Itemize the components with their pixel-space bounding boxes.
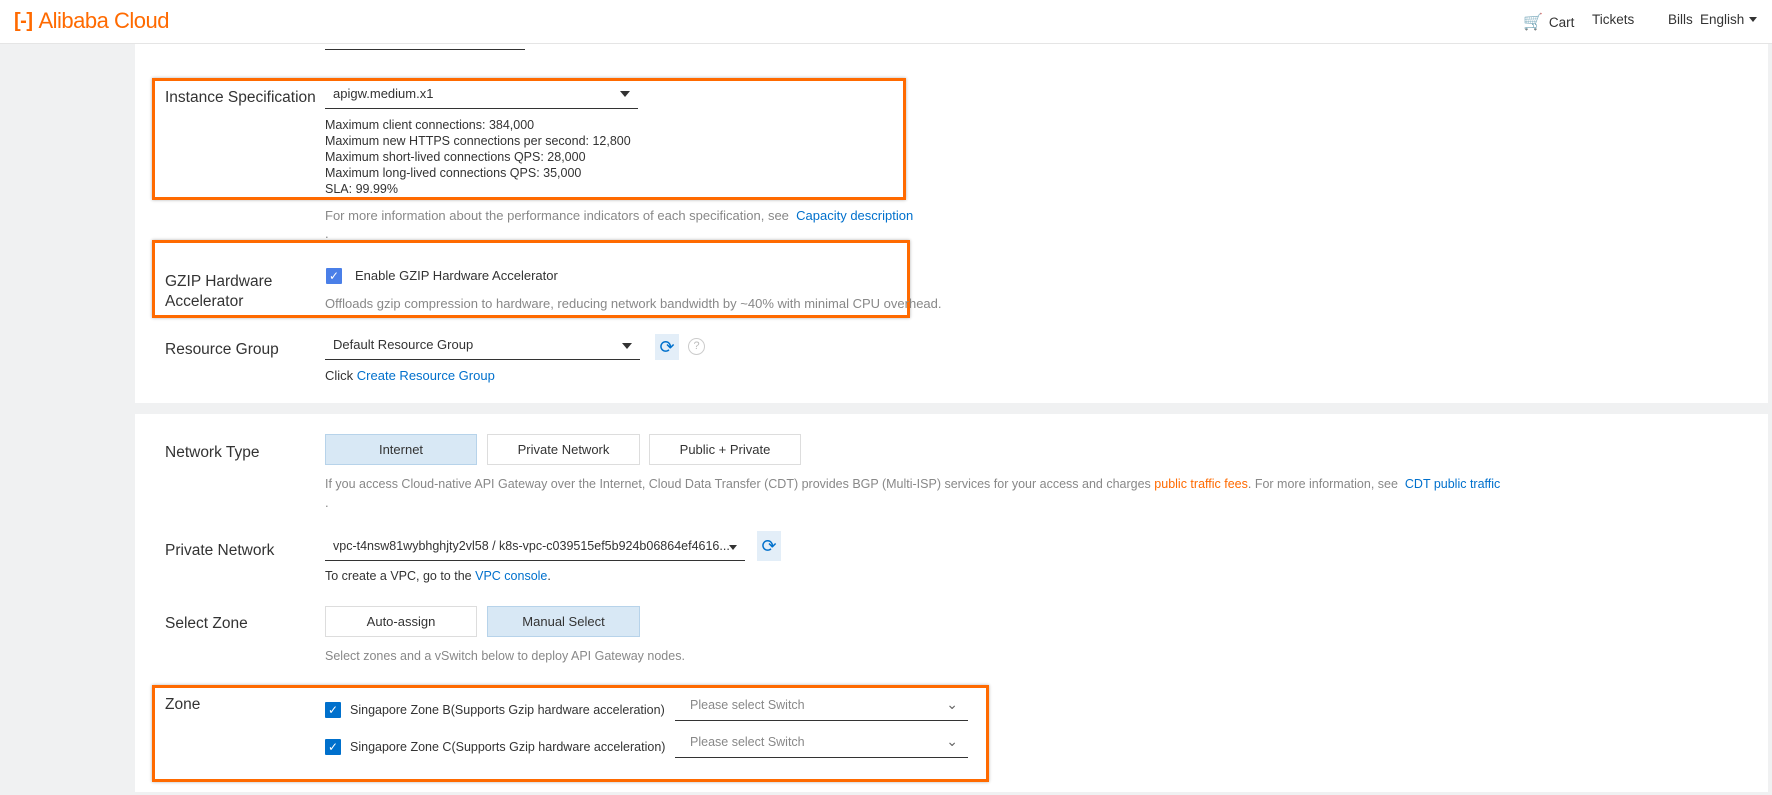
spec-detail: SLA: 99.99% [325,182,398,196]
cart-link[interactable]: 🛒 Cart [1523,12,1574,32]
zone-b-checkbox[interactable]: ✓ [325,702,341,718]
vpc-console-link[interactable]: VPC console [475,569,547,583]
hint-text: Click [325,368,354,383]
zone-c-checkbox[interactable]: ✓ [325,739,341,755]
gzip-description: Offloads gzip compression to hardware, r… [325,296,942,311]
language-dropdown[interactable]: English [1700,12,1758,27]
gzip-label: GZIP Hardware Accelerator [165,272,272,312]
spec-detail: Maximum short-lived connections QPS: 28,… [325,150,586,164]
resource-group-label: Resource Group [165,341,279,358]
create-resource-group-link[interactable]: Create Resource Group [357,368,495,383]
network-type-public-private[interactable]: Public + Private [649,434,801,465]
resource-group-hint: Click Create Resource Group [325,368,495,383]
gzip-checkbox[interactable]: ✓ [326,268,342,284]
private-network-label: Private Network [165,542,275,559]
check-icon: ✓ [328,269,340,283]
zone-b-switch-select[interactable]: Please select Switch ⌄ [675,694,968,721]
network-type-label: Network Type [165,444,260,461]
zone-manual-select[interactable]: Manual Select [487,606,640,637]
switch-placeholder: Please select Switch [690,735,805,749]
vpc-hint: To create a VPC, go to the VPC console. [325,569,551,583]
vpc-value: vpc-t4nsw81wybhghjty2vl58 / k8s-vpc-c039… [333,539,730,553]
chevron-down-icon: ⌄ [946,696,958,712]
caret-down-icon [620,91,630,97]
caret-down-icon [622,343,632,349]
spec-detail: Maximum long-lived connections QPS: 35,0… [325,166,582,180]
bills-link[interactable]: Bills [1668,12,1693,27]
select-zone-description: Select zones and a vSwitch below to depl… [325,649,685,663]
cart-label: Cart [1548,14,1575,30]
hint-text: . [547,569,551,583]
info-text: If you access Cloud-native API Gateway o… [325,477,1151,491]
logo-icon: [-] [14,9,33,32]
tickets-link[interactable]: Tickets [1592,12,1634,27]
gzip-checkbox-label[interactable]: Enable GZIP Hardware Accelerator [355,268,558,283]
cdt-public-traffic-link[interactable]: CDT public traffic [1405,477,1500,491]
zone-b-label[interactable]: Singapore Zone B(Supports Gzip hardware … [350,703,665,717]
spec-info-text: For more information about the performan… [325,208,789,223]
zone-c-label[interactable]: Singapore Zone C(Supports Gzip hardware … [350,740,665,754]
logo-text: Alibaba Cloud [38,8,169,33]
instance-spec-label: Instance Specification [165,89,316,106]
chevron-down-icon: ⌄ [946,733,958,749]
resource-group-value: Default Resource Group [333,337,474,352]
spec-detail: Maximum client connections: 384,000 [325,118,535,132]
gzip-label-line: Accelerator [165,293,244,310]
resource-group-select[interactable]: Default Resource Group [325,334,640,360]
refresh-vpc-button[interactable]: ⟳ [757,531,781,561]
refresh-icon: ⟳ [659,336,675,357]
alibaba-cloud-logo[interactable]: [-] Alibaba Cloud [14,8,169,34]
caret-down-icon [1749,17,1758,22]
help-icon[interactable]: ? [688,338,705,355]
cart-icon: 🛒 [1523,14,1543,31]
language-label: English [1700,12,1745,27]
check-icon: ✓ [327,740,339,754]
network-type-info: If you access Cloud-native API Gateway o… [325,477,1500,491]
instance-spec-value: apigw.medium.x1 [333,86,434,101]
instance-name-input[interactable] [325,49,525,50]
zone-auto-assign[interactable]: Auto-assign [325,606,477,637]
spec-details: Maximum client connections: 384,000 Maxi… [325,117,631,197]
zone-c-switch-select[interactable]: Please select Switch ⌄ [675,731,968,758]
caret-down-icon [729,545,737,550]
refresh-resource-group-button[interactable]: ⟳ [655,334,679,360]
spec-info-dot: . [325,226,329,241]
spec-info: For more information about the performan… [325,208,913,223]
vpc-select[interactable]: vpc-t4nsw81wybhghjty2vl58 / k8s-vpc-c039… [325,535,745,561]
switch-placeholder: Please select Switch [690,698,805,712]
refresh-icon: ⟳ [761,535,777,556]
check-icon: ✓ [327,703,339,717]
zone-label: Zone [165,696,201,713]
capacity-description-link[interactable]: Capacity description [796,208,913,223]
info-dot: . [325,495,329,510]
select-zone-label: Select Zone [165,615,248,632]
top-header: [-] Alibaba Cloud 🛒 Cart Tickets Bills Eng… [0,0,1772,44]
instance-spec-select[interactable]: apigw.medium.x1 [325,84,638,109]
spec-detail: Maximum new HTTPS connections per second… [325,134,631,148]
network-type-private[interactable]: Private Network [487,434,640,465]
info-text: . For more information, see [1247,477,1398,491]
public-traffic-fees-link[interactable]: public traffic fees [1154,477,1248,491]
gzip-label-line: GZIP Hardware [165,273,273,290]
hint-text: To create a VPC, go to the [325,569,472,583]
network-type-internet[interactable]: Internet [325,434,477,465]
